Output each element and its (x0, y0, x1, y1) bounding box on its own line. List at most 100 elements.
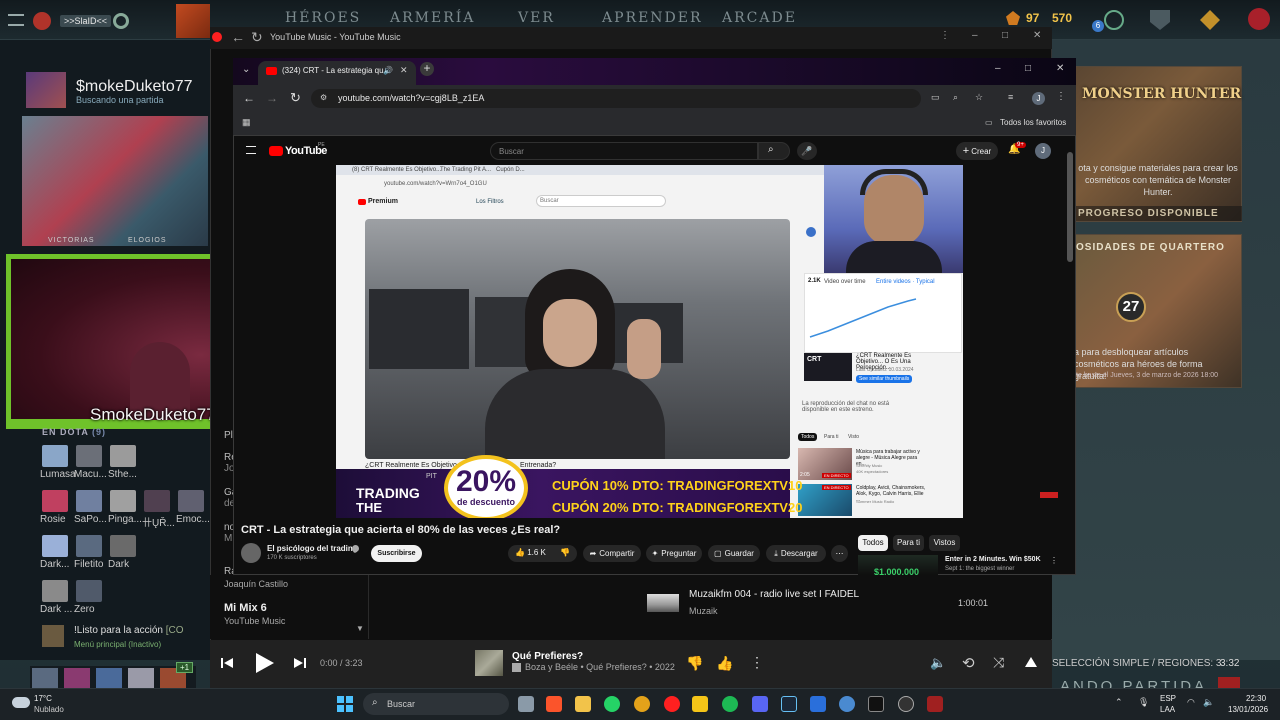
friend-avatar[interactable] (42, 490, 68, 512)
yt-search-button[interactable] (758, 142, 790, 160)
ytmusic-back-icon[interactable]: ← (231, 29, 245, 45)
friend-avatar[interactable] (110, 445, 136, 467)
chip-todos[interactable]: Todos (858, 535, 888, 551)
brave-icon[interactable] (546, 696, 562, 712)
save-button[interactable]: ▢ Guardar (708, 545, 760, 562)
chat-avatar[interactable] (42, 625, 64, 647)
tab-close-icon[interactable]: ✕ (400, 65, 408, 76)
player-more-icon[interactable]: ⋮ (750, 654, 764, 671)
explorer-icon[interactable] (575, 696, 591, 712)
new-tab-button[interactable]: + (420, 62, 434, 76)
friend-avatar[interactable] (42, 445, 68, 467)
player-title[interactable]: Qué Prefieres? (512, 651, 583, 662)
cast-icon[interactable]: ▭ (931, 92, 940, 103)
yt-search-input[interactable] (490, 142, 758, 160)
site-info-icon[interactable]: ⚙ (320, 93, 327, 102)
nav-heroes[interactable]: HÉROES (285, 10, 361, 26)
app-icon-meta[interactable] (839, 696, 855, 712)
play-icon[interactable] (253, 652, 275, 674)
yt-scrollbar[interactable] (1067, 152, 1073, 262)
ytmusic-menu-icon[interactable]: ⋮ (940, 30, 950, 41)
app-icon-blue[interactable] (810, 696, 826, 712)
like-icon[interactable]: 👍 (716, 655, 733, 672)
dislike-icon[interactable]: 👎 (686, 655, 703, 672)
plus-badge[interactable]: +1 (176, 662, 194, 673)
yt-create-button[interactable]: + Crear (956, 142, 998, 160)
weather-icon[interactable] (12, 697, 30, 708)
discord-icon[interactable] (752, 696, 768, 712)
tradingview-icon[interactable] (868, 696, 884, 712)
dota-logo-icon[interactable] (33, 12, 51, 30)
start-icon[interactable] (337, 696, 353, 712)
subscribe-button[interactable]: Suscribirse (371, 545, 422, 562)
ytmusic-taskbar-icon[interactable] (664, 696, 680, 712)
volume-icon[interactable]: 🔈 (930, 655, 946, 671)
yt-avatar[interactable]: J (1035, 143, 1051, 159)
chip-para-ti[interactable]: Para ti (893, 535, 924, 551)
tab-search-icon[interactable]: ⌄ (242, 64, 250, 75)
chrome-close[interactable]: ✕ (1056, 63, 1064, 74)
ytm-row2-title[interactable]: Mi Mix 6 (224, 602, 267, 614)
forward-icon[interactable]: → (266, 91, 278, 105)
nav-watch[interactable]: VER (518, 10, 555, 26)
spotify-icon[interactable] (722, 696, 738, 712)
yt-mic-icon[interactable]: 🎤 (797, 142, 817, 160)
tab-audio-icon[interactable]: 🔊 (383, 66, 393, 75)
bookmark-star-icon[interactable]: ☆ (975, 92, 983, 103)
party-slot-4[interactable] (128, 668, 154, 688)
friend-avatar[interactable] (76, 445, 102, 467)
previous-icon[interactable] (220, 656, 234, 670)
tray-mic-icon[interactable]: 🎙 (1138, 697, 1149, 708)
dota-power-icon[interactable] (1248, 8, 1270, 30)
dislike-button[interactable]: 👎 (560, 548, 570, 557)
all-bookmarks[interactable]: Todos los favoritos (1000, 118, 1066, 127)
tray-volume-icon[interactable]: 🔈 (1203, 697, 1214, 708)
side-ad-title[interactable]: Enter in 2 Minutes. Win $50K (945, 556, 1041, 563)
friend-avatar[interactable] (110, 535, 136, 557)
profile-name[interactable]: $mokeDuketo77 (76, 78, 193, 96)
tray-lang[interactable]: ESP (1160, 694, 1176, 703)
tray-chevron-icon[interactable]: ⌃ (1115, 697, 1123, 708)
chrome-minimize[interactable]: – (995, 63, 1001, 74)
media-icon[interactable]: ≡ (1008, 92, 1013, 102)
notif-count-badge[interactable]: 6 (1092, 20, 1104, 32)
friend-avatar[interactable] (144, 490, 170, 512)
party-slot-3[interactable] (96, 668, 122, 688)
ytmusic-close[interactable]: ✕ (1033, 30, 1041, 41)
shuffle-icon[interactable]: ⤨ (993, 654, 1004, 671)
zoom-icon[interactable]: ⌕ (953, 92, 958, 103)
video-player[interactable]: (8) CRT Realmente Es Objetivo... The Tra… (336, 165, 963, 518)
taskview-icon[interactable] (518, 696, 534, 712)
nav-armory[interactable]: ARMERÍA (390, 10, 475, 26)
chrome-menu-icon[interactable]: ⋮ (1056, 91, 1066, 102)
steam-icon[interactable] (781, 696, 797, 712)
friend-avatar[interactable] (42, 535, 68, 557)
channel-name[interactable]: El psicólogo del trading (267, 544, 358, 553)
chrome-profile-avatar[interactable]: J (1032, 92, 1045, 105)
expand-player-icon[interactable] (1024, 656, 1038, 668)
friend-avatar[interactable] (76, 490, 102, 512)
party-slot-2[interactable] (64, 668, 90, 688)
reload-icon[interactable]: ↻ (290, 90, 301, 106)
share-button[interactable]: ➦ Compartir (583, 545, 641, 562)
dota-menu-icon[interactable] (8, 14, 24, 26)
whatsapp-icon[interactable] (604, 696, 620, 712)
ytmusic-maximize[interactable]: □ (1002, 30, 1008, 41)
profile-avatar[interactable] (26, 72, 66, 108)
repeat-icon[interactable]: ⟲ (962, 654, 975, 672)
app-icon-yellow[interactable] (692, 696, 708, 712)
ytm-row2-expand-icon[interactable]: ▼ (356, 624, 364, 633)
like-button[interactable]: 👍 1.6 K (515, 548, 546, 557)
ytmusic-minimize[interactable]: – (972, 30, 978, 41)
party-label[interactable]: >>SlaID<< (60, 15, 112, 27)
next-icon[interactable] (293, 656, 307, 670)
tray-time[interactable]: 22:30 (1246, 694, 1266, 703)
friend-avatar[interactable] (76, 535, 102, 557)
friend-avatar[interactable] (76, 580, 102, 602)
tray-wifi-icon[interactable]: ◠ (1187, 697, 1195, 708)
party-slot-1[interactable] (32, 668, 58, 688)
yt-menu-icon[interactable] (246, 146, 256, 154)
url-text[interactable]: youtube.com/watch?v=cgj8LB_z1EA (338, 93, 484, 103)
nav-learn[interactable]: APRENDER (602, 10, 703, 26)
channel-avatar[interactable] (241, 543, 261, 563)
